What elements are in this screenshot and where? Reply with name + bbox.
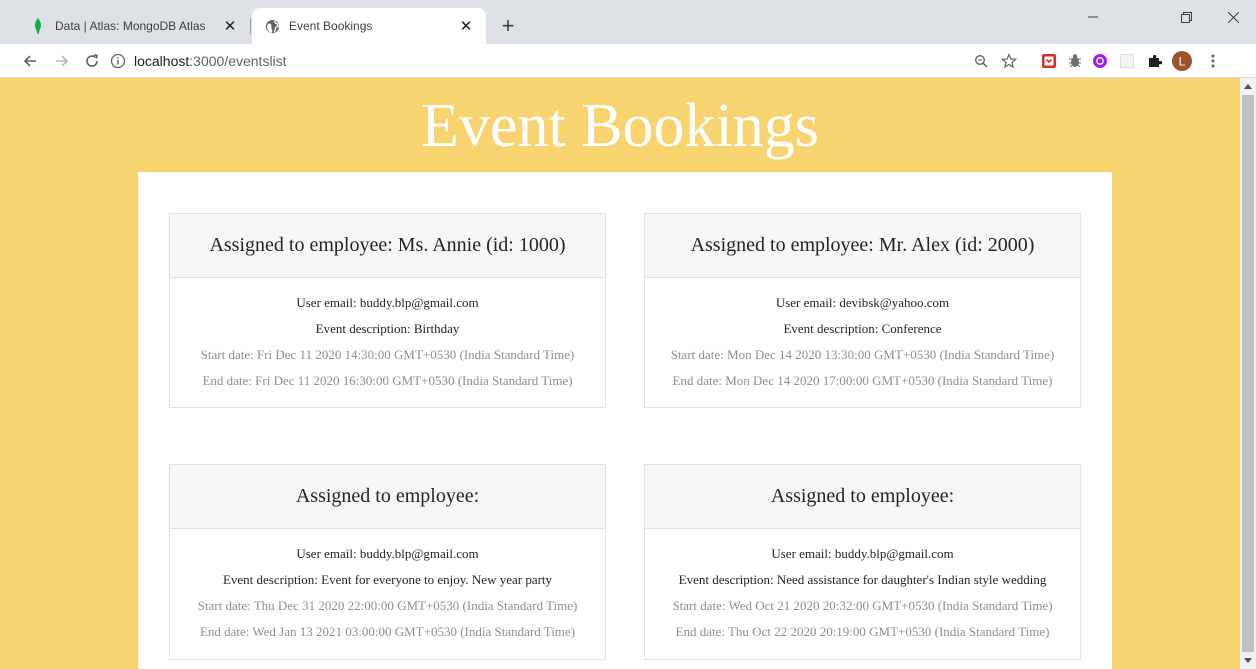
- minimize-icon[interactable]: [1070, 0, 1116, 34]
- event-card: Assigned to employee: User email: buddy.…: [169, 464, 606, 660]
- scroll-down-arrow-icon[interactable]: [1240, 652, 1256, 669]
- browser-toolbar: localhost:3000/eventslist L: [0, 44, 1256, 78]
- card-header: Assigned to employee:: [645, 465, 1080, 529]
- vertical-scrollbar[interactable]: [1240, 78, 1256, 669]
- events-container: Assigned to employee: Ms. Annie (id: 100…: [138, 172, 1112, 669]
- mongodb-leaf-icon: [30, 18, 46, 34]
- reload-icon[interactable]: [80, 49, 104, 73]
- event-card: Assigned to employee: Mr. Alex (id: 2000…: [644, 213, 1081, 408]
- tab-mongodb-atlas[interactable]: Data | Atlas: MongoDB Atlas ✕: [14, 8, 250, 44]
- bug-extension-icon[interactable]: [1066, 52, 1084, 70]
- close-icon[interactable]: ✕: [220, 16, 240, 36]
- card-body: User email: buddy.blp@gmail.com Event de…: [645, 529, 1080, 645]
- globe-icon: [264, 18, 280, 34]
- address-bar[interactable]: localhost:3000/eventslist: [110, 47, 1020, 75]
- end-date: End date: Thu Oct 22 2020 20:19:00 GMT+0…: [675, 624, 1050, 639]
- page-viewport: Event Bookings Assigned to employee: Ms.…: [0, 78, 1240, 669]
- tab-strip: Data | Atlas: MongoDB Atlas ✕ Event Book…: [0, 0, 1256, 44]
- start-date: Start date: Thu Dec 31 2020 22:00:00 GMT…: [197, 598, 578, 613]
- card-header: Assigned to employee:: [170, 465, 605, 529]
- star-bookmark-icon[interactable]: [1000, 52, 1018, 70]
- url-path: :3000/eventslist: [189, 53, 287, 69]
- tab-title: Data | Atlas: MongoDB Atlas: [55, 19, 206, 33]
- card-header: Assigned to employee: Mr. Alex (id: 2000…: [645, 214, 1080, 278]
- restore-icon[interactable]: [1163, 0, 1209, 34]
- end-date: End date: Mon Dec 14 2020 17:00:00 GMT+0…: [672, 373, 1053, 388]
- card-body: User email: devibsk@yahoo.com Event desc…: [645, 278, 1080, 394]
- card-header: Assigned to employee: Ms. Annie (id: 100…: [170, 214, 605, 278]
- profile-initial: L: [1179, 55, 1186, 69]
- event-description: Event description: Conference: [783, 321, 942, 336]
- start-date: Start date: Fri Dec 11 2020 14:30:00 GMT…: [200, 347, 575, 362]
- event-description: Event description: Birthday: [315, 321, 460, 336]
- puzzle-extensions-icon[interactable]: [1146, 52, 1164, 70]
- purple-extension-icon[interactable]: [1091, 52, 1109, 70]
- tab-title: Event Bookings: [289, 19, 373, 33]
- kebab-menu-icon[interactable]: [1204, 52, 1222, 70]
- page-title: Event Bookings: [421, 92, 819, 160]
- url-host: localhost: [134, 53, 190, 69]
- event-description: Event description: Event for everyone to…: [222, 572, 553, 587]
- user-email: User email: buddy.blp@gmail.com: [296, 295, 479, 310]
- new-tab-button[interactable]: +: [496, 13, 520, 38]
- profile-avatar[interactable]: L: [1172, 51, 1192, 71]
- start-date: Start date: Mon Dec 14 2020 13:30:00 GMT…: [670, 347, 1055, 362]
- event-description: Event description: Need assistance for d…: [678, 572, 1047, 587]
- tab-event-bookings[interactable]: Event Bookings ✕: [252, 8, 486, 44]
- zoom-icon[interactable]: [972, 52, 990, 70]
- card-body: User email: buddy.blp@gmail.com Event de…: [170, 278, 605, 394]
- scrollbar-thumb[interactable]: [1242, 95, 1254, 652]
- card-body: User email: buddy.blp@gmail.com Event de…: [170, 529, 605, 645]
- user-email: User email: buddy.blp@gmail.com: [296, 546, 479, 561]
- end-date: End date: Fri Dec 11 2020 16:30:00 GMT+0…: [202, 373, 573, 388]
- close-icon[interactable]: ✕: [456, 16, 476, 36]
- event-card: Assigned to employee: User email: buddy.…: [644, 464, 1081, 660]
- end-date: End date: Wed Jan 13 2021 03:00:00 GMT+0…: [199, 624, 576, 639]
- pocket-extension-icon[interactable]: [1040, 52, 1058, 70]
- blank-extension-icon[interactable]: [1118, 52, 1136, 70]
- event-card: Assigned to employee: Ms. Annie (id: 100…: [169, 213, 606, 408]
- start-date: Start date: Wed Oct 21 2020 20:32:00 GMT…: [672, 598, 1053, 613]
- user-email: User email: devibsk@yahoo.com: [775, 295, 950, 310]
- tab-separator: [250, 18, 251, 34]
- back-arrow-icon[interactable]: [18, 49, 42, 73]
- forward-arrow-icon[interactable]: [50, 49, 74, 73]
- window-close-icon[interactable]: [1210, 0, 1256, 34]
- user-email: User email: buddy.blp@gmail.com: [771, 546, 954, 561]
- info-icon[interactable]: [110, 53, 126, 69]
- scroll-up-arrow-icon[interactable]: [1240, 78, 1256, 95]
